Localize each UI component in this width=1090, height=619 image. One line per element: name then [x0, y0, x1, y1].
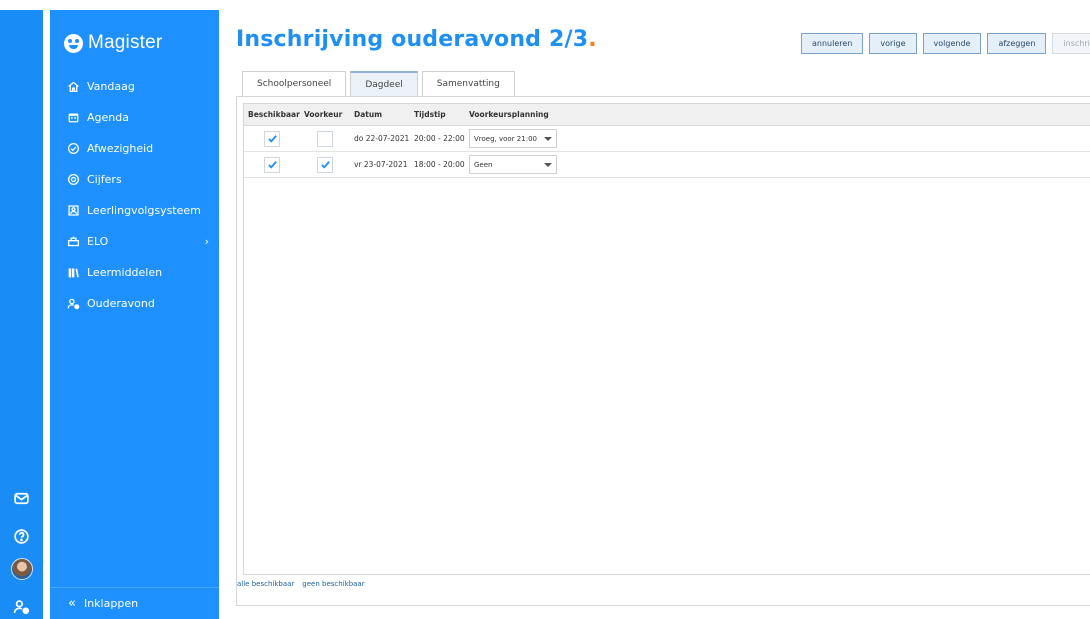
- cancel-button[interactable]: annuleren: [801, 33, 864, 54]
- footer-links: alle beschikbaar geen beschikbaar: [237, 580, 365, 588]
- sidebar-item-vandaag[interactable]: Vandaag: [50, 71, 219, 102]
- student-file-icon: [66, 204, 80, 218]
- help-icon[interactable]: [9, 524, 33, 548]
- tab-panel: Beschikbaar Voorkeur Datum Tijdstip Voor…: [236, 96, 1090, 606]
- check-circle-icon: [66, 142, 80, 156]
- checkmark-icon: [267, 161, 277, 169]
- sidebar-item-label: Vandaag: [87, 80, 135, 93]
- select-value: Geen: [474, 160, 493, 169]
- table-row: vr 23-07-2021 18:00 - 20:00 Geen: [244, 152, 1090, 178]
- brand[interactable]: Magister: [64, 32, 162, 54]
- double-chevron-left-icon: «: [68, 596, 76, 611]
- cell-datum: do 22-07-2021: [354, 134, 410, 143]
- checkmark-icon: [267, 135, 277, 143]
- sidebar-item-leermiddelen[interactable]: Leermiddelen: [50, 257, 219, 288]
- voorkeursplanning-select[interactable]: Geen: [469, 155, 557, 174]
- select-all-available-link[interactable]: alle beschikbaar: [237, 580, 294, 588]
- decline-button[interactable]: afzeggen: [987, 33, 1047, 54]
- cell-voorkeursplanning: Geen: [465, 152, 559, 177]
- tab-schoolpersoneel[interactable]: Schoolpersoneel: [242, 71, 347, 96]
- grade-icon: [66, 173, 80, 187]
- table-header: Beschikbaar Voorkeur Datum Tijdstip Voor…: [244, 104, 1090, 126]
- icon-rail: [0, 10, 43, 619]
- caret-down-icon: [544, 162, 552, 167]
- avatar[interactable]: [11, 558, 33, 580]
- sidebar-item-label: Leerlingvolgsysteem: [87, 204, 201, 217]
- sidebar-nav: Vandaag Agenda Afwezigheid Cijfers Leerl…: [50, 71, 219, 319]
- voorkeur-checkbox[interactable]: [317, 156, 333, 173]
- home-icon: [66, 80, 80, 94]
- sidebar-item-afwezigheid[interactable]: Afwezigheid: [50, 133, 219, 164]
- sidebar-item-cijfers[interactable]: Cijfers: [50, 164, 219, 195]
- beschikbaar-checkbox[interactable]: [264, 156, 280, 173]
- sidebar-item-label: ELO: [87, 235, 109, 248]
- column-header-tijdstip[interactable]: Tijdstip: [410, 104, 465, 125]
- column-header-voorkeur[interactable]: Voorkeur: [300, 104, 350, 125]
- sidebar-item-elo[interactable]: ELO ›: [50, 226, 219, 257]
- select-value: Vroeg, voor 21:00: [474, 134, 537, 143]
- column-header-datum[interactable]: Datum: [350, 104, 410, 125]
- previous-button[interactable]: vorige: [869, 33, 917, 54]
- sidebar-item-leerlingvolgsysteem[interactable]: Leerlingvolgsysteem: [50, 195, 219, 226]
- wizard-toolbar: annuleren vorige volgende afzeggen insch…: [801, 33, 1090, 54]
- sidebar-item-label: Agenda: [87, 111, 129, 124]
- select-none-available-link[interactable]: geen beschikbaar: [302, 580, 364, 588]
- app-root: Magister Vandaag Agenda Afwezigheid Cijf…: [0, 0, 1090, 619]
- voorkeur-checkbox[interactable]: [317, 130, 333, 147]
- cell-tijdstip: 18:00 - 20:00: [414, 160, 465, 169]
- books-icon: [66, 266, 80, 280]
- column-header-beschikbaar[interactable]: Beschikbaar: [244, 104, 300, 125]
- page-title-text: Inschrijving ouderavond 2/3: [236, 27, 589, 52]
- title-dot: .: [588, 27, 597, 52]
- dagdeel-table: Beschikbaar Voorkeur Datum Tijdstip Voor…: [243, 103, 1090, 575]
- cell-tijdstip: 20:00 - 22:00: [414, 134, 465, 143]
- sidebar-item-label: Ouderavond: [87, 297, 155, 310]
- elo-icon: [66, 235, 80, 249]
- checkmark-icon: [320, 161, 330, 169]
- column-header-voorkeursplanning[interactable]: Voorkeursplanning: [465, 104, 559, 125]
- cell-beschikbaar: [244, 152, 300, 177]
- sidebar-item-label: Afwezigheid: [87, 142, 154, 155]
- sidebar-item-agenda[interactable]: Agenda: [50, 102, 219, 133]
- register-button[interactable]: inschrijven: [1052, 33, 1090, 54]
- voorkeursplanning-select[interactable]: Vroeg, voor 21:00: [469, 129, 557, 148]
- cell-voorkeur: [300, 152, 350, 177]
- chevron-right-icon: ›: [204, 235, 209, 248]
- sidebar: Magister Vandaag Agenda Afwezigheid Cijf…: [50, 10, 219, 619]
- tab-bar: Schoolpersoneel Dagdeel Samenvatting: [242, 71, 515, 96]
- table-row: do 22-07-2021 20:00 - 22:00 Vroeg, voor …: [244, 126, 1090, 152]
- tab-samenvatting[interactable]: Samenvatting: [421, 71, 515, 96]
- cell-beschikbaar: [244, 126, 300, 151]
- brand-name: Magister: [88, 32, 163, 53]
- cell-voorkeursplanning: Vroeg, voor 21:00: [465, 126, 559, 151]
- collapse-label: Inklappen: [83, 597, 139, 610]
- sidebar-item-label: Cijfers: [87, 173, 122, 186]
- magister-logo-icon: [64, 33, 83, 53]
- next-button[interactable]: volgende: [922, 33, 982, 54]
- cell-datum: vr 23-07-2021: [354, 160, 408, 169]
- tab-dagdeel[interactable]: Dagdeel: [350, 71, 418, 96]
- page-title: Inschrijving ouderavond 2/3.: [236, 27, 597, 52]
- calendar-icon: [66, 111, 80, 125]
- collapse-button[interactable]: « Inklappen: [50, 587, 219, 619]
- account-settings-icon[interactable]: [9, 594, 33, 618]
- parents-icon: [66, 297, 80, 311]
- caret-down-icon: [544, 136, 552, 141]
- cell-voorkeur: [300, 126, 350, 151]
- sidebar-item-label: Leermiddelen: [87, 266, 163, 279]
- mail-icon[interactable]: [9, 486, 33, 510]
- beschikbaar-checkbox[interactable]: [264, 130, 280, 147]
- sidebar-item-ouderavond[interactable]: Ouderavond: [50, 288, 219, 319]
